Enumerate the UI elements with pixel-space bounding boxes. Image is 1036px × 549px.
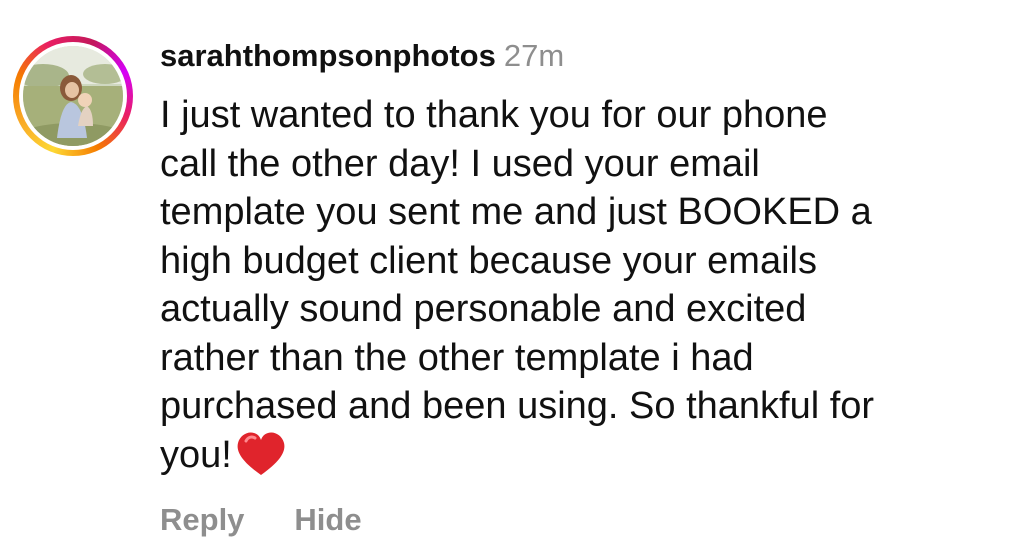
timestamp: 27m [503,38,565,73]
comment: sarahthompsonphotos 27m I just wanted to … [0,0,1036,549]
comment-line: high budget client because your emails [160,239,817,282]
comment-line: I just wanted to thank you for our phone [160,94,828,136]
comment-text: I just wanted to thank you for our phone… [160,91,1010,489]
comment-line: you! [160,433,232,476]
comment-line: template you sent me and just BOOKED a [160,191,872,233]
red-heart-icon [236,431,286,490]
avatar-image [23,46,123,146]
avatar-photo [23,46,123,146]
comment-last-line: you! [160,431,1010,490]
comment-actions: Reply Hide [160,500,362,540]
comment-line: call the other day! I used your email [160,142,760,185]
comment-line: actually sound personable and excited [160,288,807,330]
reply-button[interactable]: Reply [160,502,244,537]
comment-header: sarahthompsonphotos 27m [160,36,564,76]
avatar[interactable] [13,36,133,156]
comment-line: rather than the other template i had [160,336,754,379]
username[interactable]: sarahthompsonphotos [160,38,496,73]
hide-button[interactable]: Hide [294,502,361,537]
comment-line: purchased and been using. So thankful fo… [160,385,875,427]
